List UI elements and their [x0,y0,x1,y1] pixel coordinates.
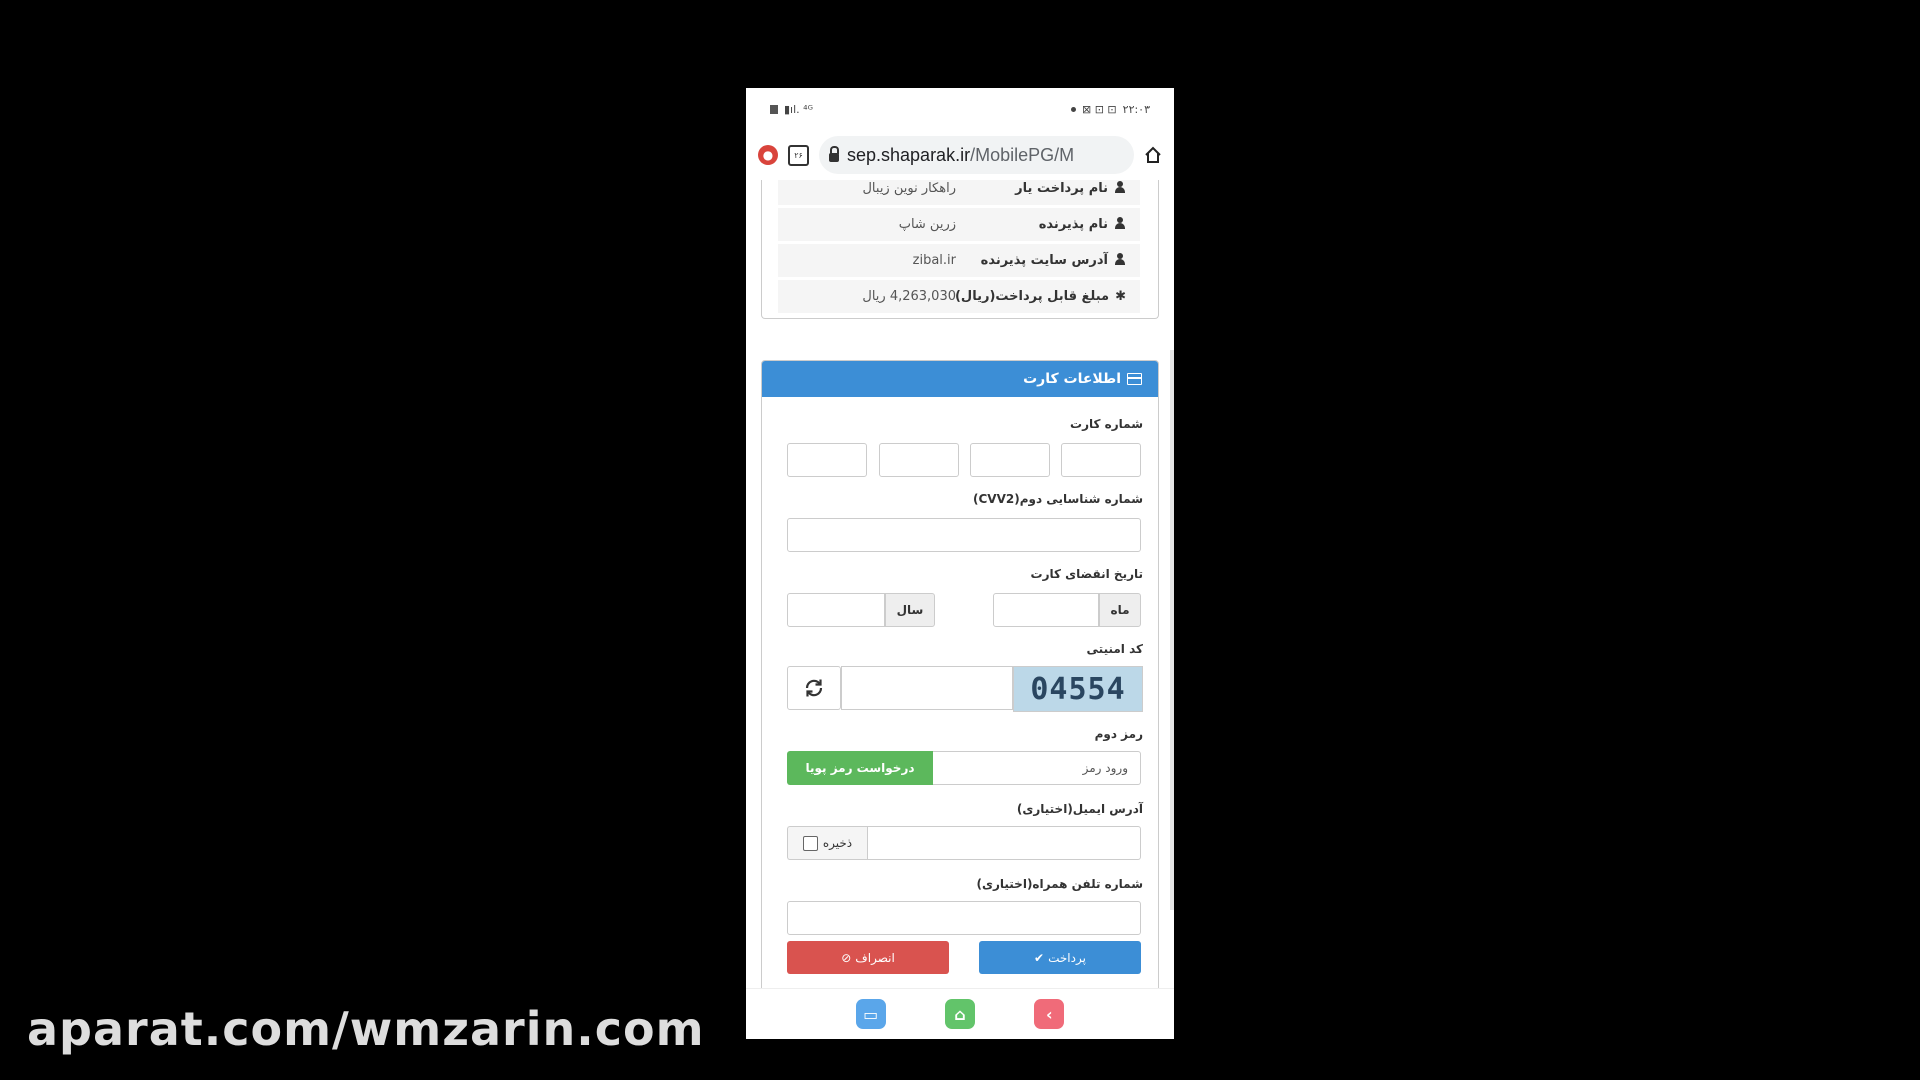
email-input[interactable] [867,826,1141,860]
amount-value: 4,263,030 ریال [862,289,956,304]
info-row: نام پرداخت یار راهکار نوین زیبال [778,180,1140,207]
status-bar: ▮ıl. ⁴ᴳ ⊠ ⊡ ⊡ ۲۲:۰۳ [746,88,1174,130]
captcha-image: 04554 [1013,666,1143,712]
card-number-part-4[interactable] [787,443,867,477]
info-row: ✱ مبلغ قابل پرداخت(ریال) 4,263,030 ریال [778,280,1140,315]
user-icon [1114,217,1126,229]
captcha-input[interactable] [841,666,1013,710]
info-label: مبلغ قابل پرداخت(ریال) [954,289,1110,304]
address-bar[interactable]: sep.shaparak.ir/MobilePG/M [819,136,1134,174]
card-panel-title: اطلاعات کارت [1023,371,1121,387]
user-icon [1114,181,1126,193]
home-nav-icon[interactable]: ⌂ [944,999,975,1029]
recent-apps-icon[interactable]: ▭ [855,999,886,1029]
info-value: zibal.ir [912,253,956,268]
email-label: آدرس ایمیل(اختیاری) [1016,802,1143,816]
cancel-button[interactable]: انصراف ⊘ [787,941,949,974]
expiry-year-input[interactable] [787,593,885,627]
expiry-month-input[interactable] [993,593,1099,627]
info-label: نام پرداخت یار [1015,181,1108,196]
save-checkbox[interactable] [802,835,818,851]
cancel-label: انصراف [855,950,895,965]
month-addon: ماه [1099,593,1141,627]
cvv2-label: شماره شناسایی دوم(CVV2) [973,492,1143,506]
signal-indicator: ▮ıl. ⁴ᴳ [784,102,813,116]
captcha-label: کد امنیتی [1086,642,1143,656]
browser-toolbar: ● ۲۶ sep.shaparak.ir/MobilePG/M [746,130,1174,180]
bottom-nav: ▭ ⌂ ‹ [746,988,1174,1039]
merchant-info-panel: نام پرداخت یار راهکار نوین زیبال نام پذی… [761,180,1159,319]
info-label: آدرس سایت پذیرنده [980,253,1108,268]
ban-icon: ⊘ [841,950,852,965]
status-icons: ⊠ ⊡ ⊡ [1082,102,1117,116]
url-path: /MobilePG/M [970,144,1075,165]
card-info-panel: اطلاعات کارت شماره کارت شماره شناسایی دو… [761,360,1159,989]
refresh-captcha-button[interactable] [787,666,841,710]
year-addon: سال [885,593,935,627]
mobile-input[interactable] [787,901,1141,935]
page-content: نام پرداخت یار راهکار نوین زیبال نام پذی… [746,180,1174,989]
info-value: راهکار نوین زیبال [862,181,956,196]
user-icon [1114,253,1126,265]
scrollbar[interactable] [1170,350,1174,910]
tabs-button[interactable]: ۲۶ [788,144,809,166]
battery-icon [770,104,778,114]
back-icon[interactable]: ‹ [1034,999,1065,1029]
record-icon[interactable]: ● [758,145,778,165]
home-icon[interactable] [1144,146,1162,164]
card-number-part-1[interactable] [1061,443,1141,477]
card-number-part-3[interactable] [879,443,959,477]
info-row: نام پذیرنده زرین شاپ [778,208,1140,243]
notification-dot-icon [1071,106,1076,112]
clock: ۲۲:۰۳ [1122,102,1150,116]
pay-button[interactable]: پرداخت ✔ [979,941,1141,974]
expiry-label: تاریخ انقضای کارت [1030,567,1143,581]
card-panel-header: اطلاعات کارت [762,361,1158,397]
phone-screen: ▮ıl. ⁴ᴳ ⊠ ⊡ ⊡ ۲۲:۰۳ ● ۲۶ sep.shaparak.ir… [746,88,1174,1039]
refresh-icon [805,679,823,697]
credit-card-icon [1127,373,1142,385]
watermark: aparat.com/wmzarin.com [27,1002,705,1056]
info-value: زرین شاپ [898,217,956,232]
save-label: ذخیره [822,836,853,850]
card-number-part-2[interactable] [970,443,1050,477]
asterisk-icon: ✱ [1115,289,1126,304]
dynamic-password-button[interactable]: درخواست رمز پویا [787,751,933,785]
pay-label: پرداخت [1048,950,1086,965]
lock-icon [829,145,839,162]
save-checkbox-group[interactable]: ذخیره [787,826,867,860]
check-icon: ✔ [1034,950,1045,965]
card-number-label: شماره کارت [1070,417,1143,431]
cvv2-input[interactable] [787,518,1141,552]
mobile-label: شماره تلفن همراه(اختیاری) [976,877,1143,891]
password-label: رمز دوم [1094,727,1143,741]
info-label: نام پذیرنده [1038,217,1108,232]
info-row: آدرس سایت پذیرنده zibal.ir [778,244,1140,279]
url-domain: sep.shaparak.ir [847,144,971,165]
password-input[interactable]: ورود رمز [933,751,1141,785]
